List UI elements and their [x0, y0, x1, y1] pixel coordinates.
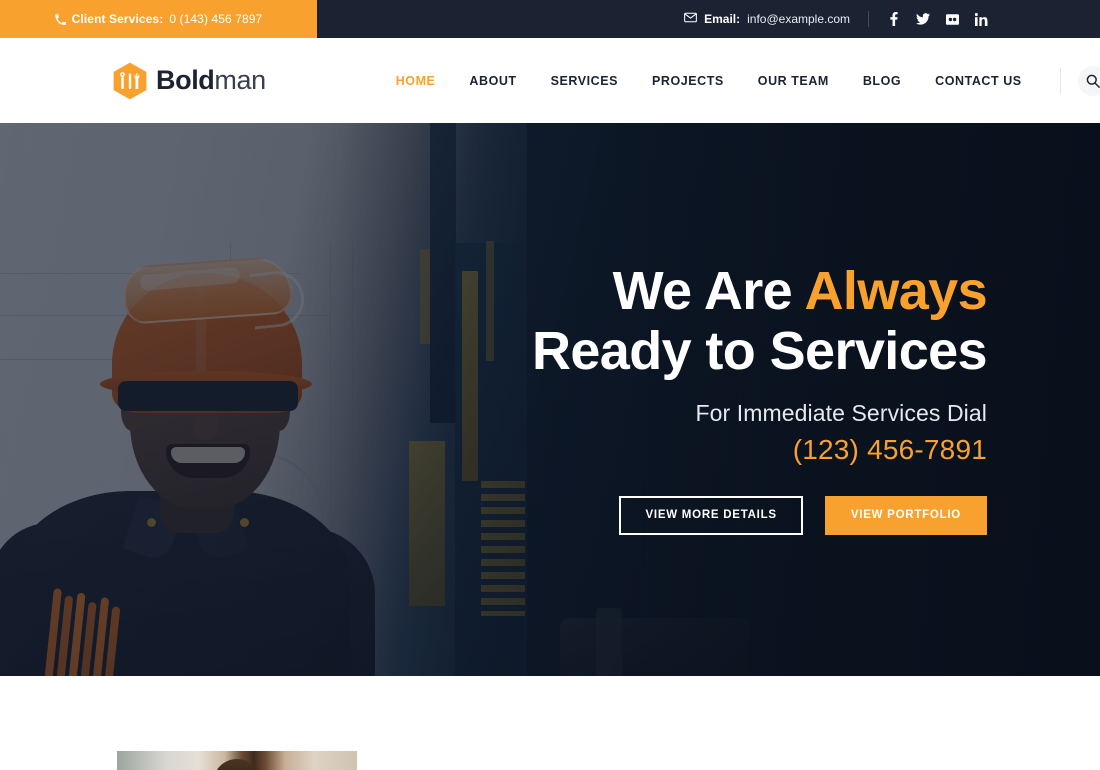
below-section-person-head [213, 759, 261, 770]
nav-item-projects[interactable]: PROJECTS [635, 74, 741, 88]
search-button[interactable] [1077, 65, 1100, 96]
nav-item-our-team[interactable]: OUR TEAM [741, 74, 846, 88]
search-icon [1086, 74, 1100, 88]
hero-title-plain: We Are [612, 261, 805, 321]
hero-phone-number[interactable]: (123) 456-7891 [377, 434, 987, 466]
hero-section: We Are Always Ready to Services For Imme… [0, 123, 1100, 676]
envelope-icon [684, 12, 697, 26]
hero-subtitle: For Immediate Services Dial [695, 399, 987, 426]
hero-content: We Are Always Ready to Services For Imme… [377, 261, 988, 535]
client-services-phone: 0 (143) 456 7897 [169, 12, 263, 26]
topbar-email[interactable]: Email: info@example.com [684, 12, 850, 26]
facebook-icon[interactable] [887, 12, 901, 26]
topbar-divider [868, 11, 869, 27]
hexagon-tools-logo-icon [113, 62, 147, 99]
linkedin-icon[interactable] [974, 12, 988, 26]
topbar-right: Email: info@example.com [317, 0, 1100, 38]
nav-item-about[interactable]: ABOUT [452, 74, 533, 88]
hero-title-highlight: Always [804, 261, 988, 321]
hero-buttons: VIEW MORE DETAILS VIEW PORTFOLIO [377, 495, 987, 535]
email-label: Email: [704, 12, 741, 26]
logo[interactable]: Boldman [113, 62, 266, 100]
twitter-icon[interactable] [916, 12, 930, 26]
topbar-client-services[interactable]: Client Services: 0 (143) 456 7897 [0, 0, 317, 38]
client-services-label: Client Services: [71, 12, 164, 26]
header-divider [1059, 67, 1061, 94]
site-header: Boldman HOME ABOUT SERVICES PROJECTS OUR… [0, 38, 1100, 123]
hero-title-line1: We Are Always [612, 261, 988, 321]
flickr-icon[interactable] [945, 12, 959, 26]
social-links [887, 12, 988, 26]
hero-title-line2: Ready to Services [531, 321, 988, 382]
below-hero-section [0, 676, 1100, 770]
view-portfolio-button[interactable]: VIEW PORTFOLIO [824, 495, 987, 535]
nav-item-contact-us[interactable]: CONTACT US [918, 74, 1039, 88]
phone-icon [54, 13, 66, 25]
logo-text-light: man [214, 65, 266, 95]
logo-text: Boldman [156, 67, 266, 94]
nav-item-blog[interactable]: BLOG [846, 74, 918, 88]
hero-title: We Are Always Ready to Services [377, 261, 988, 382]
below-section-image [117, 751, 357, 770]
nav-item-home[interactable]: HOME [379, 74, 453, 88]
topbar: Client Services: 0 (143) 456 7897 Email:… [0, 0, 1100, 38]
email-value: info@example.com [747, 12, 850, 26]
view-more-details-button[interactable]: VIEW MORE DETAILS [619, 495, 803, 535]
nav-item-services[interactable]: SERVICES [534, 74, 635, 88]
logo-text-bold: Bold [156, 65, 215, 95]
main-navigation: HOME ABOUT SERVICES PROJECTS OUR TEAM BL… [379, 65, 1100, 96]
